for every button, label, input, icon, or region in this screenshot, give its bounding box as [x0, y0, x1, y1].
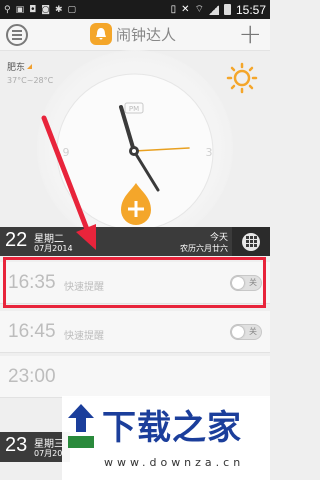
- date-header-2: 23 星期三 07月20: [0, 432, 70, 462]
- calendar-icon: [242, 232, 260, 251]
- bell-icon: [90, 23, 112, 45]
- battery-icon: [223, 4, 231, 15]
- alarm-hour: 23:: [8, 366, 35, 387]
- location-icon: [27, 64, 33, 69]
- notification-icons: ⚲ ▣ ◘ ◙ ✱ ▢: [4, 5, 76, 15]
- bug-icon: ✱: [54, 4, 63, 15]
- watermark: 下载之家 www.downza.cn: [62, 396, 270, 480]
- watermark-text: 下载之家: [102, 408, 242, 448]
- today-label: 今天: [209, 233, 228, 243]
- app-title: 闹钟达人: [116, 25, 177, 44]
- alarm-time: 23:00: [8, 366, 56, 388]
- alarm-toggle[interactable]: 关: [230, 324, 262, 340]
- pm-label: PM: [129, 105, 139, 113]
- app-icon: ▢: [67, 4, 77, 15]
- usb-icon: ⚲: [4, 4, 11, 15]
- android-icon: ▣: [15, 4, 25, 15]
- app-header: 闹钟达人 +: [0, 19, 270, 51]
- status-time: 15:57: [235, 2, 266, 17]
- app-logo: 闹钟达人: [90, 23, 176, 45]
- menu-button[interactable]: [6, 24, 28, 46]
- chat-icon: ◙: [41, 4, 50, 15]
- vibrate-icon: ▯: [170, 4, 177, 15]
- lunar-date: 农历六月廿六: [180, 244, 228, 253]
- alarm-row[interactable]: 23:00: [0, 356, 270, 398]
- calendar-button[interactable]: [232, 227, 270, 256]
- wifi-icon: ⌔: [194, 4, 204, 15]
- mute-icon: ✕: [181, 4, 190, 15]
- clock-numeral-3: 3: [206, 146, 213, 159]
- alarm-minute: 00: [34, 366, 56, 387]
- alarm-minute: 45: [34, 321, 56, 342]
- alarm-time: 16:45: [8, 321, 56, 343]
- quick-add-button[interactable]: [121, 183, 151, 225]
- alarm-row[interactable]: 16:45 快速提醒 关: [0, 311, 270, 353]
- watermark-logo-icon: [68, 404, 94, 448]
- year-month: 07月2014: [34, 244, 73, 253]
- shield-icon: ◘: [29, 4, 37, 15]
- watermark-url: www.downza.cn: [104, 456, 245, 469]
- highlight-box: [3, 257, 266, 308]
- menu-icon-line: [12, 38, 22, 40]
- day-number: 22: [5, 229, 28, 251]
- date-header: 22 星期二 07月2014 今天 农历六月廿六: [0, 227, 270, 256]
- alarm-label: 快速提醒: [64, 331, 104, 342]
- menu-icon-line: [12, 34, 22, 36]
- menu-icon-line: [12, 30, 22, 32]
- clock-numeral-9: 9: [63, 146, 70, 159]
- signal-icon: [208, 4, 219, 15]
- add-alarm-button[interactable]: +: [239, 20, 262, 48]
- toggle-knob: [232, 326, 244, 338]
- toggle-label: 关: [249, 327, 257, 336]
- status-bar: ⚲ ▣ ◘ ◙ ✱ ▢ ▯ ✕ ⌔ 15:57: [0, 0, 270, 19]
- year-month: 07月20: [34, 449, 63, 458]
- alarm-hour: 16:: [8, 321, 35, 342]
- day-number: 23: [5, 434, 28, 456]
- city-label: 肥东: [7, 63, 26, 73]
